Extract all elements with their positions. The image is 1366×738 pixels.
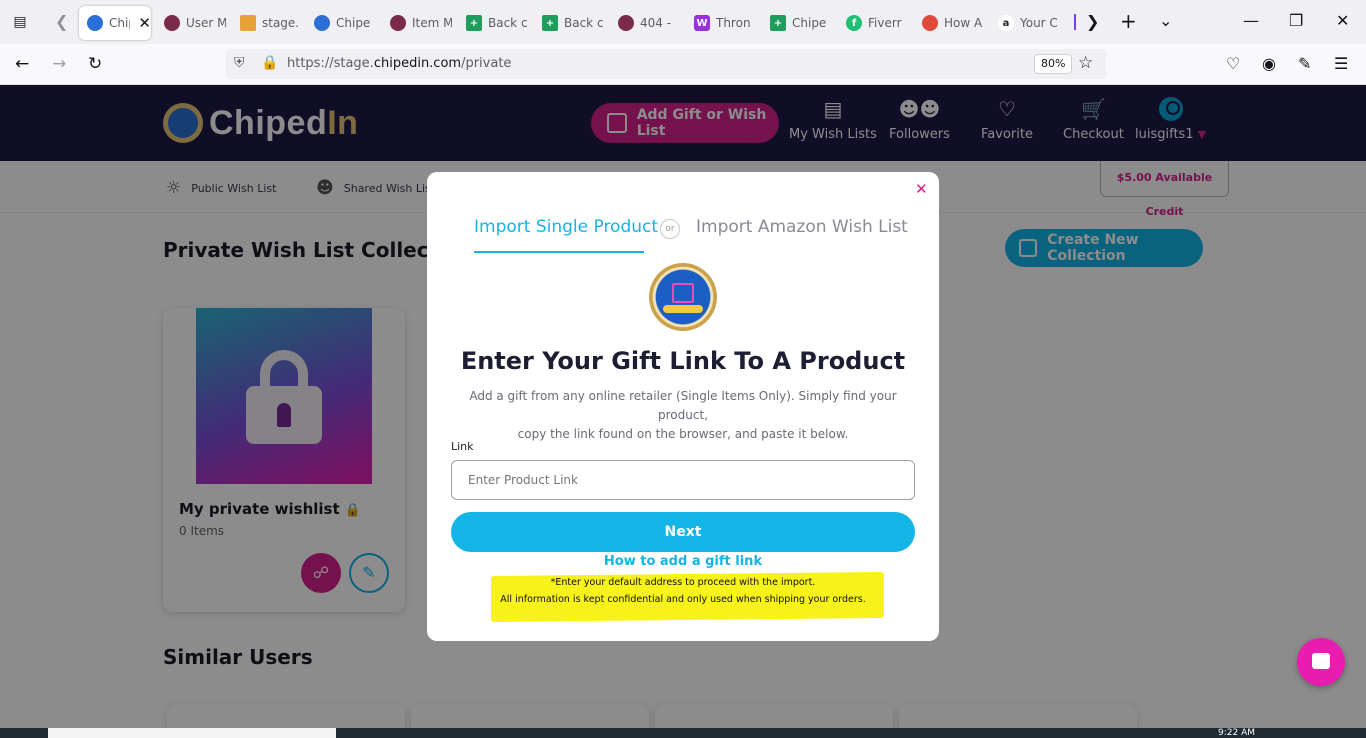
new-tab-icon[interactable]: +	[1120, 11, 1137, 31]
url-path: /private	[461, 56, 512, 71]
tab-label: Item M	[412, 16, 452, 30]
url-prefix: https://stage.	[287, 56, 374, 71]
close-window-icon[interactable]: ✕	[1336, 11, 1349, 31]
bookmark-star-icon[interactable]: ☆	[1078, 53, 1093, 73]
browser-nav-bar: ← → ↻ ⛨ 🔒 https://stage.chipedin.com/pri…	[0, 44, 1366, 85]
extensions-icon[interactable]: ✎	[1298, 54, 1311, 73]
tab-label: Thron	[716, 16, 751, 30]
tab-user-m[interactable]: User M	[156, 6, 226, 40]
address-bar[interactable]: ⛨ 🔒 https://stage.chipedin.com/private 8…	[226, 49, 1106, 79]
tab-thron[interactable]: W Thron	[686, 6, 756, 40]
tab-label: ChipedIn	[109, 16, 130, 30]
lock-icon[interactable]: 🔒	[261, 55, 278, 71]
pocket-icon[interactable]: ♡	[1226, 54, 1240, 73]
close-icon[interactable]: ✕	[915, 180, 928, 198]
fiverr-favicon-icon: f	[846, 15, 862, 31]
tab-chipe-sheet[interactable]: + Chipe	[762, 6, 832, 40]
hand-icon	[663, 305, 703, 313]
description-line-2: copy the link found on the browser, and …	[517, 427, 849, 441]
tab-drop-indicator	[1074, 14, 1076, 30]
tab-label: Back c	[488, 16, 528, 30]
tab-label: Chipe	[336, 16, 371, 30]
chipedin-favicon-icon	[87, 15, 103, 31]
url-text[interactable]: https://stage.chipedin.com/private	[287, 56, 511, 71]
account-icon[interactable]: ◉	[1262, 54, 1276, 73]
tab-stage[interactable]: stage.	[232, 6, 302, 40]
tab-fiverr[interactable]: f Fiverr	[838, 6, 908, 40]
thron-favicon-icon: W	[694, 15, 710, 31]
next-button[interactable]: Next	[451, 512, 915, 552]
gift-icon	[672, 283, 694, 303]
tab-your-c[interactable]: a Your C	[990, 6, 1064, 40]
sheets-favicon-icon: +	[770, 15, 786, 31]
tab-how-a[interactable]: How A	[914, 6, 984, 40]
chat-bubble-icon	[1312, 653, 1330, 669]
tab-label: stage.	[262, 16, 300, 30]
or-divider: or	[660, 219, 680, 239]
taskbar-clock: 9:22 AM	[1218, 728, 1255, 738]
address-note: *Enter your default address to proceed w…	[550, 577, 816, 588]
page-content: ChipedIn Add Gift or Wish List ▤ My Wish…	[0, 85, 1366, 728]
reload-icon[interactable]: ↻	[88, 53, 102, 75]
forward-icon[interactable]: →	[52, 53, 66, 75]
tab-scroll-right-icon[interactable]: ❯	[1086, 13, 1099, 31]
sheets-favicon-icon: +	[466, 15, 482, 31]
browser-tab-bar: ▤ ❮ ChipedIn ✕ User M stage. Chipe Item …	[0, 0, 1366, 44]
app-favicon-icon	[164, 15, 180, 31]
tab-label: User M	[186, 16, 226, 30]
minimize-icon[interactable]: —	[1243, 11, 1259, 31]
restore-icon[interactable]: ❐	[1289, 11, 1303, 31]
app-favicon-icon	[618, 15, 634, 31]
active-tab-underline	[474, 251, 644, 253]
tab-label: Fiverr	[868, 16, 902, 30]
tab-label: Chipe	[792, 16, 827, 30]
confidentiality-note: All information is kept confidential and…	[500, 594, 866, 605]
link-field-label: Link	[451, 440, 474, 453]
sheets-favicon-icon: +	[542, 15, 558, 31]
product-link-input[interactable]	[451, 460, 915, 500]
nbc-favicon-icon	[922, 15, 938, 31]
app-favicon-icon	[390, 15, 406, 31]
import-gift-modal: ✕ Import Single Product or Import Amazon…	[427, 172, 939, 641]
how-to-add-gift-link[interactable]: How to add a gift link	[427, 554, 939, 569]
tab-label: Your C	[1020, 16, 1058, 30]
tab-import-amazon-wish-list[interactable]: Import Amazon Wish List	[696, 217, 908, 237]
tab-chipedin[interactable]: Chipe	[306, 6, 376, 40]
back-icon[interactable]: ←	[15, 53, 29, 75]
taskbar-search[interactable]	[48, 728, 336, 738]
chipedin-badge-icon	[649, 263, 717, 331]
tab-import-single-product[interactable]: Import Single Product	[474, 217, 658, 237]
description-line-1: Add a gift from any online retailer (Sin…	[469, 389, 897, 422]
modal-description: Add a gift from any online retailer (Sin…	[455, 387, 911, 444]
menu-icon[interactable]: ☰	[1334, 54, 1348, 73]
list-all-tabs-icon[interactable]: ⌄	[1159, 11, 1172, 31]
tab-back-c-2[interactable]: + Back c	[534, 6, 604, 40]
tab-chipedin-active[interactable]: ChipedIn ✕	[79, 6, 151, 40]
tab-back-c-1[interactable]: + Back c	[458, 6, 528, 40]
tab-404[interactable]: 404 -	[610, 6, 680, 40]
tab-list-icon[interactable]: ▤	[10, 12, 30, 32]
tab-item-m[interactable]: Item M	[382, 6, 452, 40]
tab-scroll-left-icon[interactable]: ❮	[55, 13, 68, 31]
pma-favicon-icon	[240, 15, 256, 31]
os-taskbar: 9:22 AM	[0, 728, 1366, 738]
modal-heading: Enter Your Gift Link To A Product	[460, 347, 906, 375]
tab-label: Back c	[564, 16, 604, 30]
chat-button[interactable]	[1297, 638, 1345, 686]
shield-icon[interactable]: ⛨	[234, 55, 245, 71]
tab-label: 404 -	[640, 16, 672, 30]
zoom-level[interactable]: 80%	[1034, 54, 1073, 74]
chipedin-favicon-icon	[314, 15, 330, 31]
tab-label: How A	[944, 16, 983, 30]
close-tab-icon[interactable]: ✕	[138, 14, 151, 32]
amazon-favicon-icon: a	[998, 15, 1014, 31]
url-domain: chipedin.com	[373, 56, 462, 71]
